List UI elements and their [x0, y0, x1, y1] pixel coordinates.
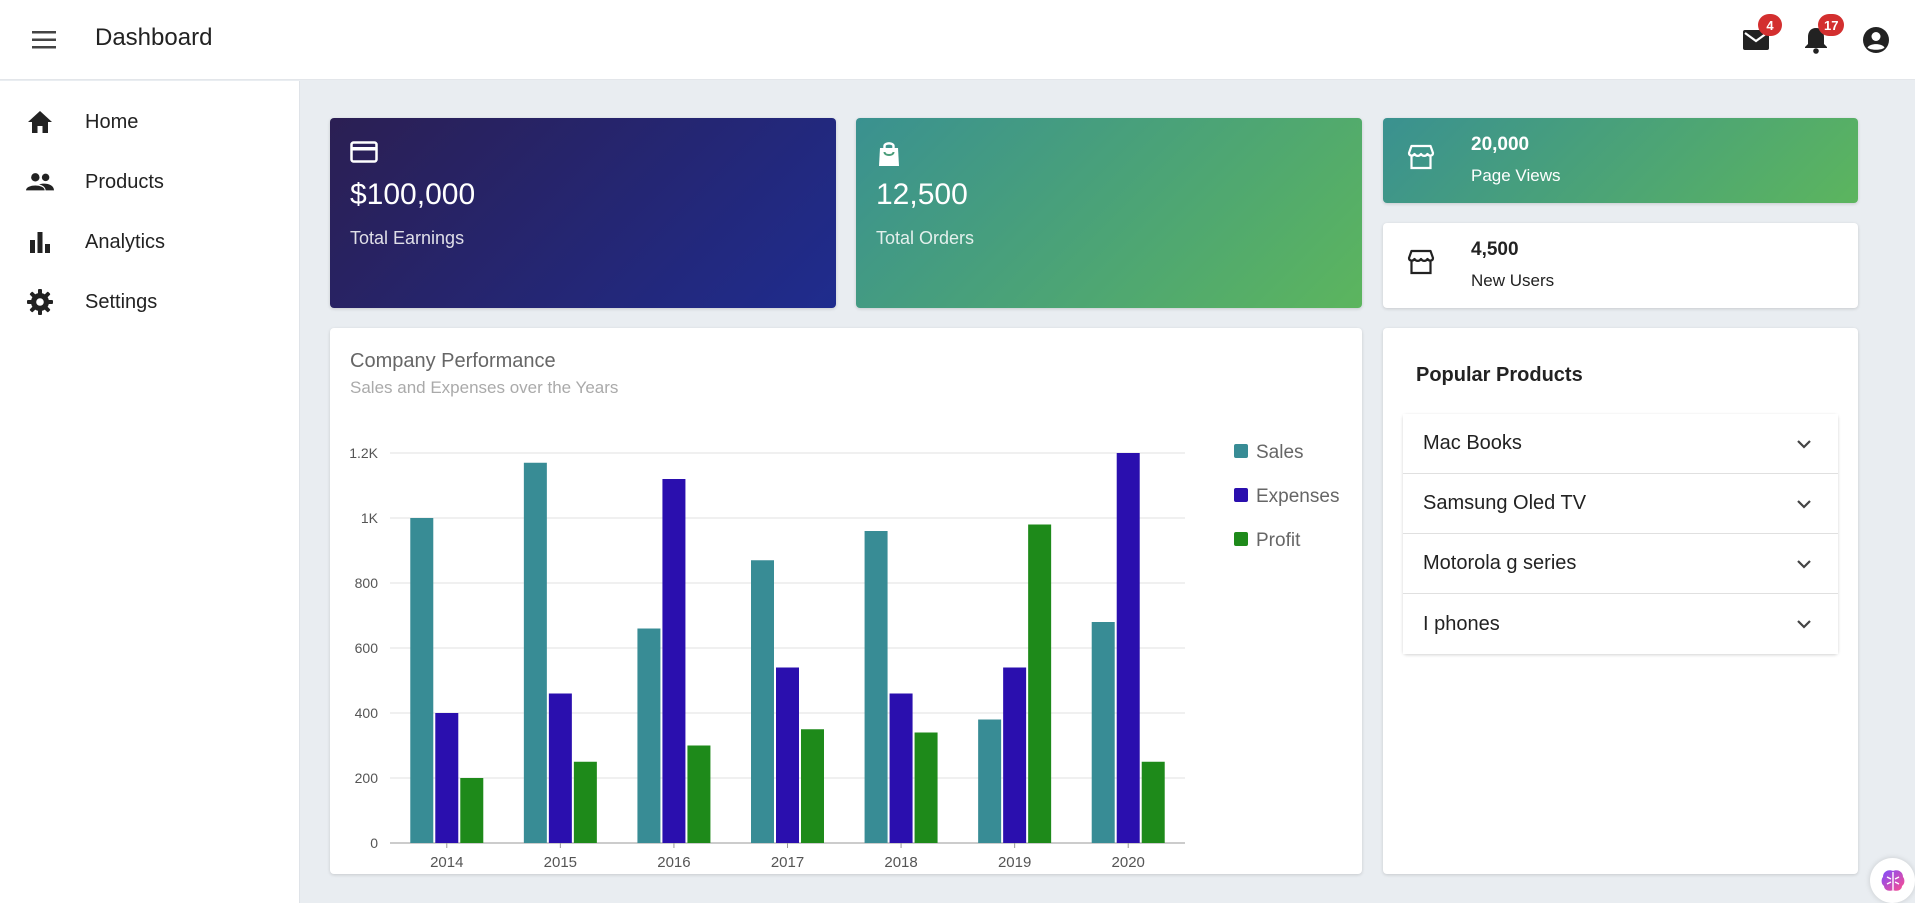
company-performance-card: Company Performance Sales and Expenses o…	[330, 328, 1362, 874]
x-tick-label: 2020	[1112, 854, 1145, 871]
orders-label: Total Orders	[876, 228, 975, 248]
chevron-down-icon	[1797, 620, 1811, 629]
bar-profit	[1141, 761, 1165, 843]
sidebar-item-label: Products	[85, 170, 164, 193]
sidebar-item-label: Settings	[85, 290, 158, 313]
home-icon	[26, 108, 54, 136]
sidebar-item-products[interactable]: Products	[0, 156, 299, 208]
earnings-label: Total Earnings	[350, 228, 465, 248]
total-orders-card: 12,500 Total Orders	[856, 118, 1362, 308]
notifications-button[interactable]: 17	[1800, 14, 1845, 56]
bar-expenses	[1116, 453, 1140, 843]
y-tick-label: 600	[355, 640, 379, 656]
chevron-down-icon	[1797, 500, 1811, 509]
bar-expenses	[776, 667, 799, 843]
earnings-value: $100,000	[350, 178, 476, 211]
accordion-item-samsung-oled-tv[interactable]: Samsung Oled TV	[1403, 474, 1838, 534]
x-tick-label: 2019	[998, 854, 1031, 871]
assistant-fab[interactable]	[1870, 858, 1915, 903]
accordion-label: Samsung Oled TV	[1423, 492, 1587, 514]
accordion-item-mac-books[interactable]: Mac Books	[1403, 414, 1838, 474]
bar-sales	[523, 462, 547, 843]
bar-chart-icon	[26, 228, 54, 256]
bar-sales	[637, 628, 661, 843]
menu-icon[interactable]	[28, 26, 60, 54]
bar-expenses	[435, 713, 459, 843]
y-tick-label: 200	[355, 770, 379, 786]
mail-button[interactable]: 4	[1740, 14, 1782, 56]
accordion-label: Motorola g series	[1423, 552, 1577, 574]
bar-profit	[914, 732, 938, 843]
bar-profit	[801, 729, 824, 843]
accordion-label: I phones	[1423, 612, 1500, 635]
popular-products-title: Popular Products	[1416, 364, 1583, 386]
top-app-bar: Dashboard 4 17	[0, 0, 1915, 80]
app-title: Dashboard	[95, 24, 213, 51]
account-circle-icon	[1863, 27, 1889, 53]
y-tick-label: 0	[370, 835, 378, 851]
people-icon	[26, 168, 54, 196]
legend-swatch	[1234, 532, 1248, 546]
y-tick-label: 1K	[361, 510, 379, 526]
bar-expenses	[548, 693, 572, 843]
mail-badge: 4	[1758, 14, 1782, 36]
accordion-item-motorola-g-series[interactable]: Motorola g series	[1403, 534, 1838, 594]
total-earnings-card: $100,000 Total Earnings	[330, 118, 836, 308]
x-tick-label: 2016	[657, 854, 690, 871]
accordion-label: Mac Books	[1423, 432, 1522, 454]
bar-sales	[864, 531, 888, 843]
sidebar-item-analytics[interactable]: Analytics	[0, 216, 299, 268]
sidebar: Home Products Analytics Settings	[0, 81, 300, 903]
x-tick-label: 2015	[544, 854, 577, 871]
bar-sales	[751, 560, 774, 843]
sidebar-item-label: Home	[85, 110, 139, 133]
legend-label: Expenses	[1256, 486, 1339, 507]
legend-label: Profit	[1256, 530, 1301, 551]
account-button[interactable]	[1860, 24, 1892, 56]
page-views-value: 20,000	[1471, 134, 1530, 155]
bar-profit	[1028, 524, 1052, 843]
page-views-label: Page Views	[1471, 166, 1561, 185]
y-tick-label: 1.2K	[349, 445, 378, 461]
shopping-bag-icon	[876, 140, 906, 170]
bar-profit	[573, 761, 597, 843]
store-icon	[1407, 249, 1437, 279]
legend-label: Sales	[1256, 442, 1304, 463]
brain-icon	[1881, 869, 1904, 891]
bar-expenses	[889, 693, 913, 843]
bar-expenses	[662, 479, 686, 843]
x-tick-label: 2014	[430, 854, 463, 871]
new-users-label: New Users	[1471, 271, 1555, 290]
popular-products-card: Popular Products Mac Books Samsung Oled …	[1383, 328, 1858, 874]
notifications-badge: 17	[1818, 14, 1845, 36]
y-tick-label: 800	[355, 575, 379, 591]
bar-sales	[410, 518, 434, 843]
y-tick-label: 400	[355, 705, 379, 721]
bar-expenses	[1003, 667, 1027, 843]
bar-profit	[687, 745, 711, 843]
store-icon	[1407, 144, 1437, 174]
bar-chart: 0 200 400 600 800 1K 1.2K 2014 2015 2016 2017 2018 2…	[349, 442, 1339, 871]
orders-value: 12,500	[876, 178, 968, 211]
new-users-card: 4,500 New Users	[1383, 223, 1858, 308]
x-tick-label: 2017	[771, 854, 804, 871]
sidebar-item-label: Analytics	[85, 230, 166, 253]
accordion-item-i-phones[interactable]: I phones	[1403, 594, 1838, 654]
legend-swatch	[1234, 488, 1248, 502]
bar-profit	[460, 778, 484, 843]
sidebar-item-home[interactable]: Home	[0, 96, 299, 148]
bar-sales	[978, 719, 1002, 843]
legend-swatch	[1234, 444, 1248, 458]
credit-card-icon	[350, 140, 380, 170]
sidebar-item-settings[interactable]: Settings	[0, 276, 299, 328]
chevron-down-icon	[1797, 440, 1811, 449]
page-views-card: 20,000 Page Views	[1383, 118, 1858, 203]
chevron-down-icon	[1797, 560, 1811, 569]
x-tick-label: 2018	[884, 854, 917, 871]
new-users-value: 4,500	[1471, 239, 1519, 260]
gear-icon	[26, 288, 54, 316]
bar-sales	[1091, 622, 1115, 843]
